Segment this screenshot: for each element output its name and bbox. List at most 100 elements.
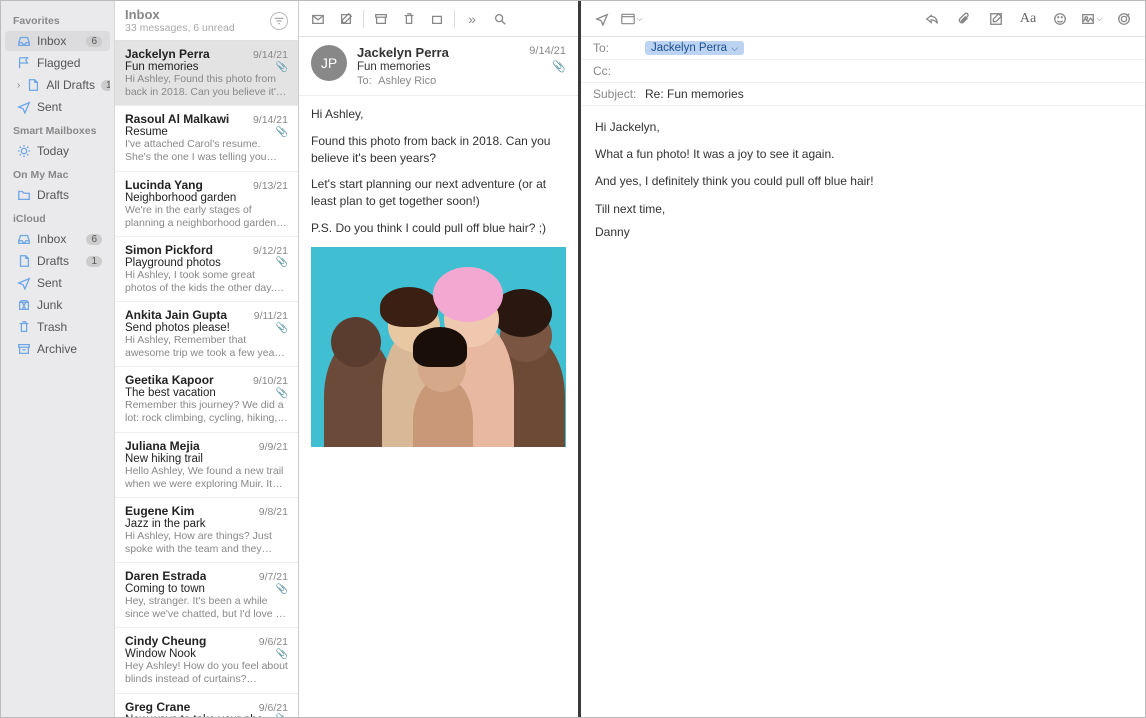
header-fields-icon[interactable]: ⌵ (621, 8, 643, 30)
message-row[interactable]: Greg Crane9/6/21 New ways to take your p… (115, 694, 298, 718)
attach-icon[interactable] (953, 8, 975, 30)
message-preview: I've attached Carol's resume. She's the … (125, 138, 288, 164)
recipient-pill[interactable]: Jackelyn Perra ⌵ (645, 41, 744, 55)
subject-value: Re: Fun memories (645, 87, 744, 101)
message-date: 9/6/21 (259, 702, 288, 714)
compose-body[interactable]: Hi Jackelyn, What a fun photo! It was a … (581, 106, 1145, 717)
compose-to-field[interactable]: To: Jackelyn Perra ⌵ (581, 37, 1145, 60)
body-line: P.S. Do you think I could pull off blue … (311, 220, 566, 237)
attachment-icon: 📎 (276, 388, 288, 399)
message-subject: Neighborhood garden (125, 192, 236, 204)
sidebar-badge: 6 (86, 234, 102, 245)
message-row[interactable]: Eugene Kim9/8/21 Jazz in the park Hi Ash… (115, 498, 298, 563)
attachment-icon: 📎 (276, 649, 288, 660)
filter-icon[interactable] (270, 12, 288, 30)
sidebar-item-label: Trash (37, 320, 102, 334)
sidebar-item-sent[interactable]: Sent (5, 97, 110, 117)
sidebar-item-local-drafts[interactable]: Drafts (5, 185, 110, 205)
sidebar-item-icloud-trash[interactable]: Trash (5, 317, 110, 337)
separator (363, 10, 364, 28)
sent-icon (17, 276, 31, 290)
sent-icon (17, 100, 31, 114)
emoji-icon[interactable] (1049, 8, 1071, 30)
message-subject: Coming to town (125, 583, 205, 595)
attachment-icon: 📎 (276, 584, 288, 595)
new-message-icon[interactable] (333, 8, 359, 30)
message-row[interactable]: Daren Estrada9/7/21 Coming to town📎 Hey,… (115, 563, 298, 628)
trash-icon[interactable] (396, 8, 422, 30)
sidebar-item-icloud-junk[interactable]: Junk (5, 295, 110, 315)
insert-icon[interactable] (985, 8, 1007, 30)
sidebar-item-label: Sent (37, 100, 102, 114)
sidebar-item-label: Inbox (37, 34, 80, 48)
compose-line: Hi Jackelyn, (595, 118, 1131, 137)
sidebar-item-icloud-archive[interactable]: Archive (5, 339, 110, 359)
message-date: 9/8/21 (259, 506, 288, 518)
send-icon[interactable] (591, 8, 613, 30)
message-subject: Fun memories (357, 61, 431, 73)
compose-line: Danny (595, 223, 1131, 242)
sidebar-item-label: Archive (37, 342, 102, 356)
archive-icon (17, 342, 31, 356)
message-row[interactable]: Jackelyn Perra9/14/21 Fun memories📎 Hi A… (115, 41, 298, 106)
sidebar-item-icloud-drafts[interactable]: Drafts 1 (5, 251, 110, 271)
photo-icon[interactable]: ⌵ (1081, 8, 1103, 30)
format-icon[interactable]: Aa (1017, 8, 1039, 30)
message-preview: Hi Ashley, Found this photo from back in… (125, 73, 288, 99)
compose-cc-field[interactable]: Cc: (581, 60, 1145, 83)
message-row[interactable]: Cindy Cheung9/6/21 Window Nook📎 Hey Ashl… (115, 628, 298, 693)
more-icon[interactable]: » (459, 8, 485, 30)
message-sender: Cindy Cheung (125, 634, 206, 648)
mailbox-title: Inbox (125, 7, 235, 22)
message-row[interactable]: Lucinda Yang9/13/21 Neighborhood garden … (115, 172, 298, 237)
message-subject: Playground photos (125, 257, 221, 269)
message-row[interactable]: Rasoul Al Malkawi9/14/21 Resume📎 I've at… (115, 106, 298, 171)
sidebar-item-label: Inbox (37, 232, 80, 246)
message-row[interactable]: Ankita Jain Gupta9/11/21 Send photos ple… (115, 302, 298, 367)
message-list[interactable]: Jackelyn Perra9/14/21 Fun memories📎 Hi A… (115, 41, 298, 717)
compose-icon[interactable] (305, 8, 331, 30)
message-row[interactable]: Juliana Mejia9/9/21 New hiking trail Hel… (115, 433, 298, 498)
message-header: JP Jackelyn Perra 9/14/21 Fun memories 📎… (299, 37, 578, 96)
chevron-right-icon: › (17, 80, 20, 91)
compose-subject-field[interactable]: Subject: Re: Fun memories (581, 83, 1145, 106)
sidebar-item-today[interactable]: Today (5, 141, 110, 161)
message-sender: Ankita Jain Gupta (125, 308, 227, 322)
chevron-down-icon: ⌵ (731, 43, 738, 54)
message-sender: Greg Crane (125, 700, 190, 714)
sidebar-section-onmymac: On My Mac (1, 163, 114, 183)
reply-icon[interactable] (921, 8, 943, 30)
message-preview: Remember this journey? We did a lot: roc… (125, 399, 288, 425)
message-body: Hi Ashley, Found this photo from back in… (299, 96, 578, 717)
archive-icon[interactable] (368, 8, 394, 30)
sidebar-item-all-drafts[interactable]: › All Drafts 1 (5, 75, 110, 95)
message-preview: Hey Ashley! How do you feel about blinds… (125, 660, 288, 686)
message-date: 9/11/21 (254, 310, 288, 322)
separator (454, 10, 455, 28)
sidebar-item-icloud-inbox[interactable]: Inbox 6 (5, 229, 110, 249)
markup-icon[interactable] (1113, 8, 1135, 30)
sidebar-section-icloud: iCloud (1, 207, 114, 227)
message-row[interactable]: Simon Pickford9/12/21 Playground photos📎… (115, 237, 298, 302)
sidebar-item-inbox[interactable]: Inbox 6 (5, 31, 110, 51)
junk-icon[interactable] (424, 8, 450, 30)
sidebar: Favorites Inbox 6 Flagged › All Drafts 1… (1, 1, 115, 717)
sidebar-section-smart: Smart Mailboxes (1, 119, 114, 139)
body-line: Let's start planning our next adventure … (311, 176, 566, 210)
compose-line: And yes, I definitely think you could pu… (595, 172, 1131, 191)
attachment-icon: 📎 (276, 62, 288, 73)
message-date: 9/10/21 (253, 375, 288, 387)
sidebar-item-flagged[interactable]: Flagged (5, 53, 110, 73)
search-icon[interactable] (487, 8, 513, 30)
attachment-icon: 📎 (276, 127, 288, 138)
message-sender: Geetika Kapoor (125, 373, 214, 387)
message-to: Ashley Rico (378, 75, 436, 87)
sidebar-item-label: Drafts (37, 188, 102, 202)
attachment-icon: 📎 (276, 323, 288, 334)
sidebar-item-icloud-sent[interactable]: Sent (5, 273, 110, 293)
sidebar-badge: 6 (86, 36, 102, 47)
draft-icon (17, 254, 31, 268)
message-date: 9/14/21 (529, 45, 566, 60)
message-row[interactable]: Geetika Kapoor9/10/21 The best vacation📎… (115, 367, 298, 432)
to-label: To: (357, 75, 372, 87)
